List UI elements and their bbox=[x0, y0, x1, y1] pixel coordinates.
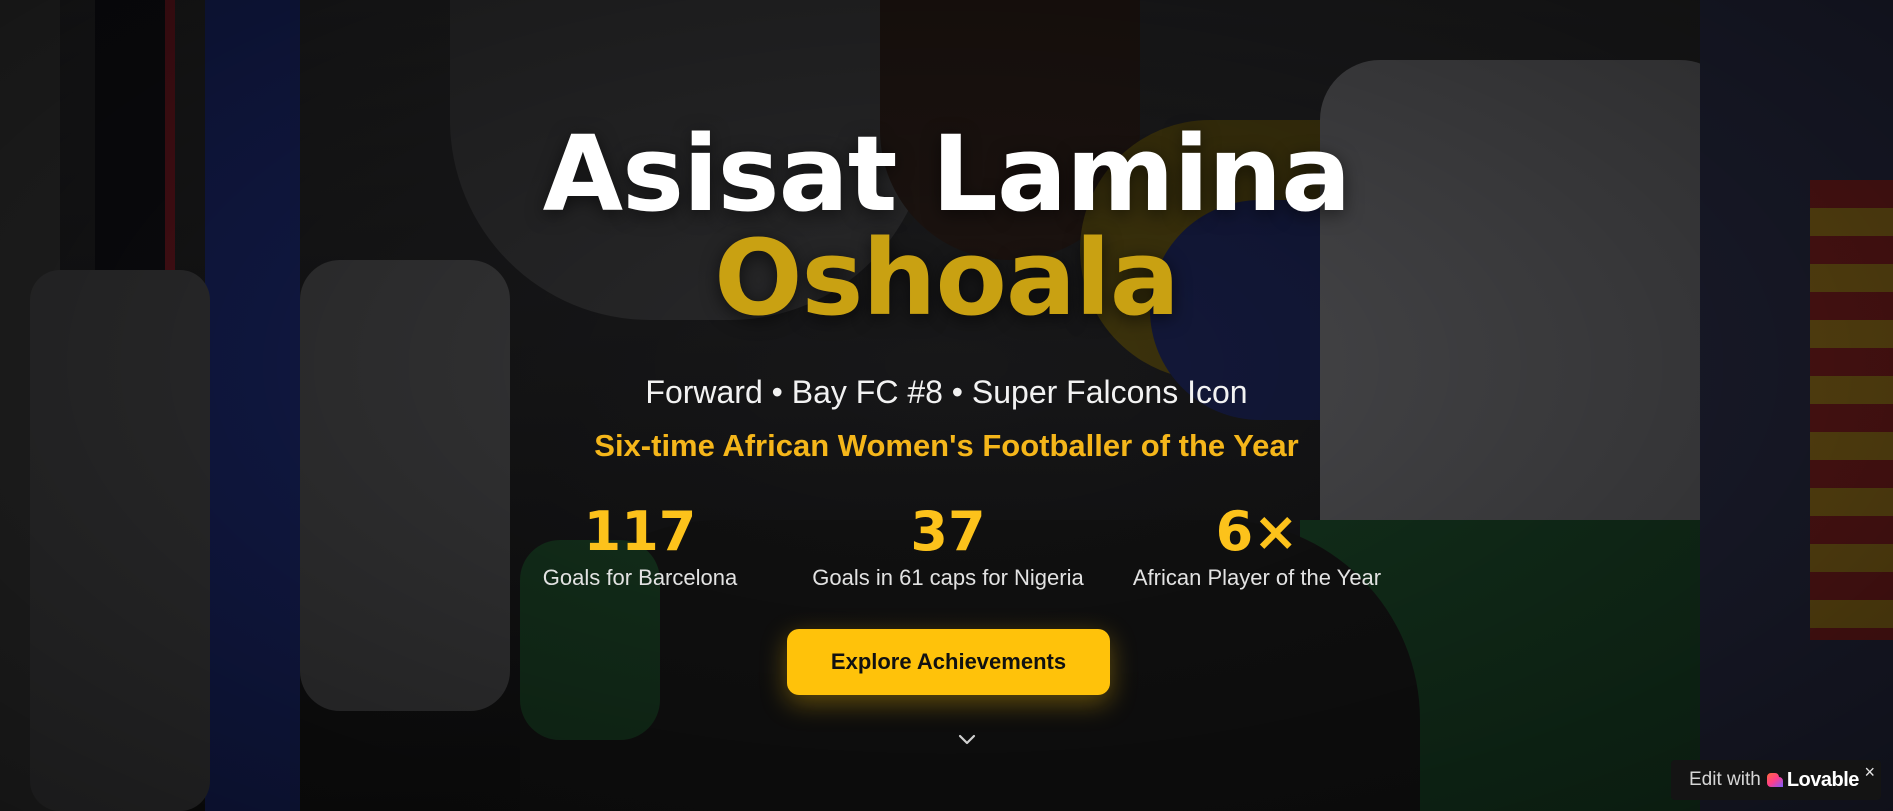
stat-label: Goals for Barcelona bbox=[542, 565, 738, 590]
lovable-heart-icon bbox=[1766, 773, 1783, 787]
stat-value: 37 bbox=[910, 500, 986, 563]
hero-section: Asisat Lamina Oshoala Forward • Bay FC #… bbox=[0, 0, 1893, 811]
stat-value: 117 bbox=[583, 500, 697, 563]
stat-player-of-year: 6× African Player of the Year bbox=[1112, 500, 1402, 592]
stat-value: 6× bbox=[1215, 500, 1299, 563]
edit-with-lovable-badge[interactable]: Edit with Lovable × bbox=[1671, 760, 1881, 800]
chevron-down-icon[interactable] bbox=[955, 728, 979, 752]
hero-subtitle: Forward • Bay FC #8 • Super Falcons Icon bbox=[645, 374, 1248, 410]
close-icon[interactable]: × bbox=[1864, 763, 1875, 781]
hero-title-last-name: Oshoala bbox=[714, 217, 1180, 339]
explore-achievements-button[interactable]: Explore Achievements bbox=[787, 629, 1110, 695]
badge-brand: Lovable bbox=[1786, 768, 1860, 791]
stat-barcelona-goals: 117 Goals for Barcelona bbox=[520, 500, 760, 592]
stat-label: Goals in 61 caps for Nigeria bbox=[812, 565, 1084, 590]
stat-nigeria-goals: 37 Goals in 61 caps for Nigeria bbox=[798, 500, 1098, 592]
hero-tagline: Six-time African Women's Footballer of t… bbox=[594, 428, 1299, 463]
hero-title-first-name: Asisat Lamina bbox=[542, 113, 1352, 235]
stat-label: African Player of the Year bbox=[1132, 565, 1382, 590]
badge-edit-text: Edit with bbox=[1689, 769, 1761, 790]
